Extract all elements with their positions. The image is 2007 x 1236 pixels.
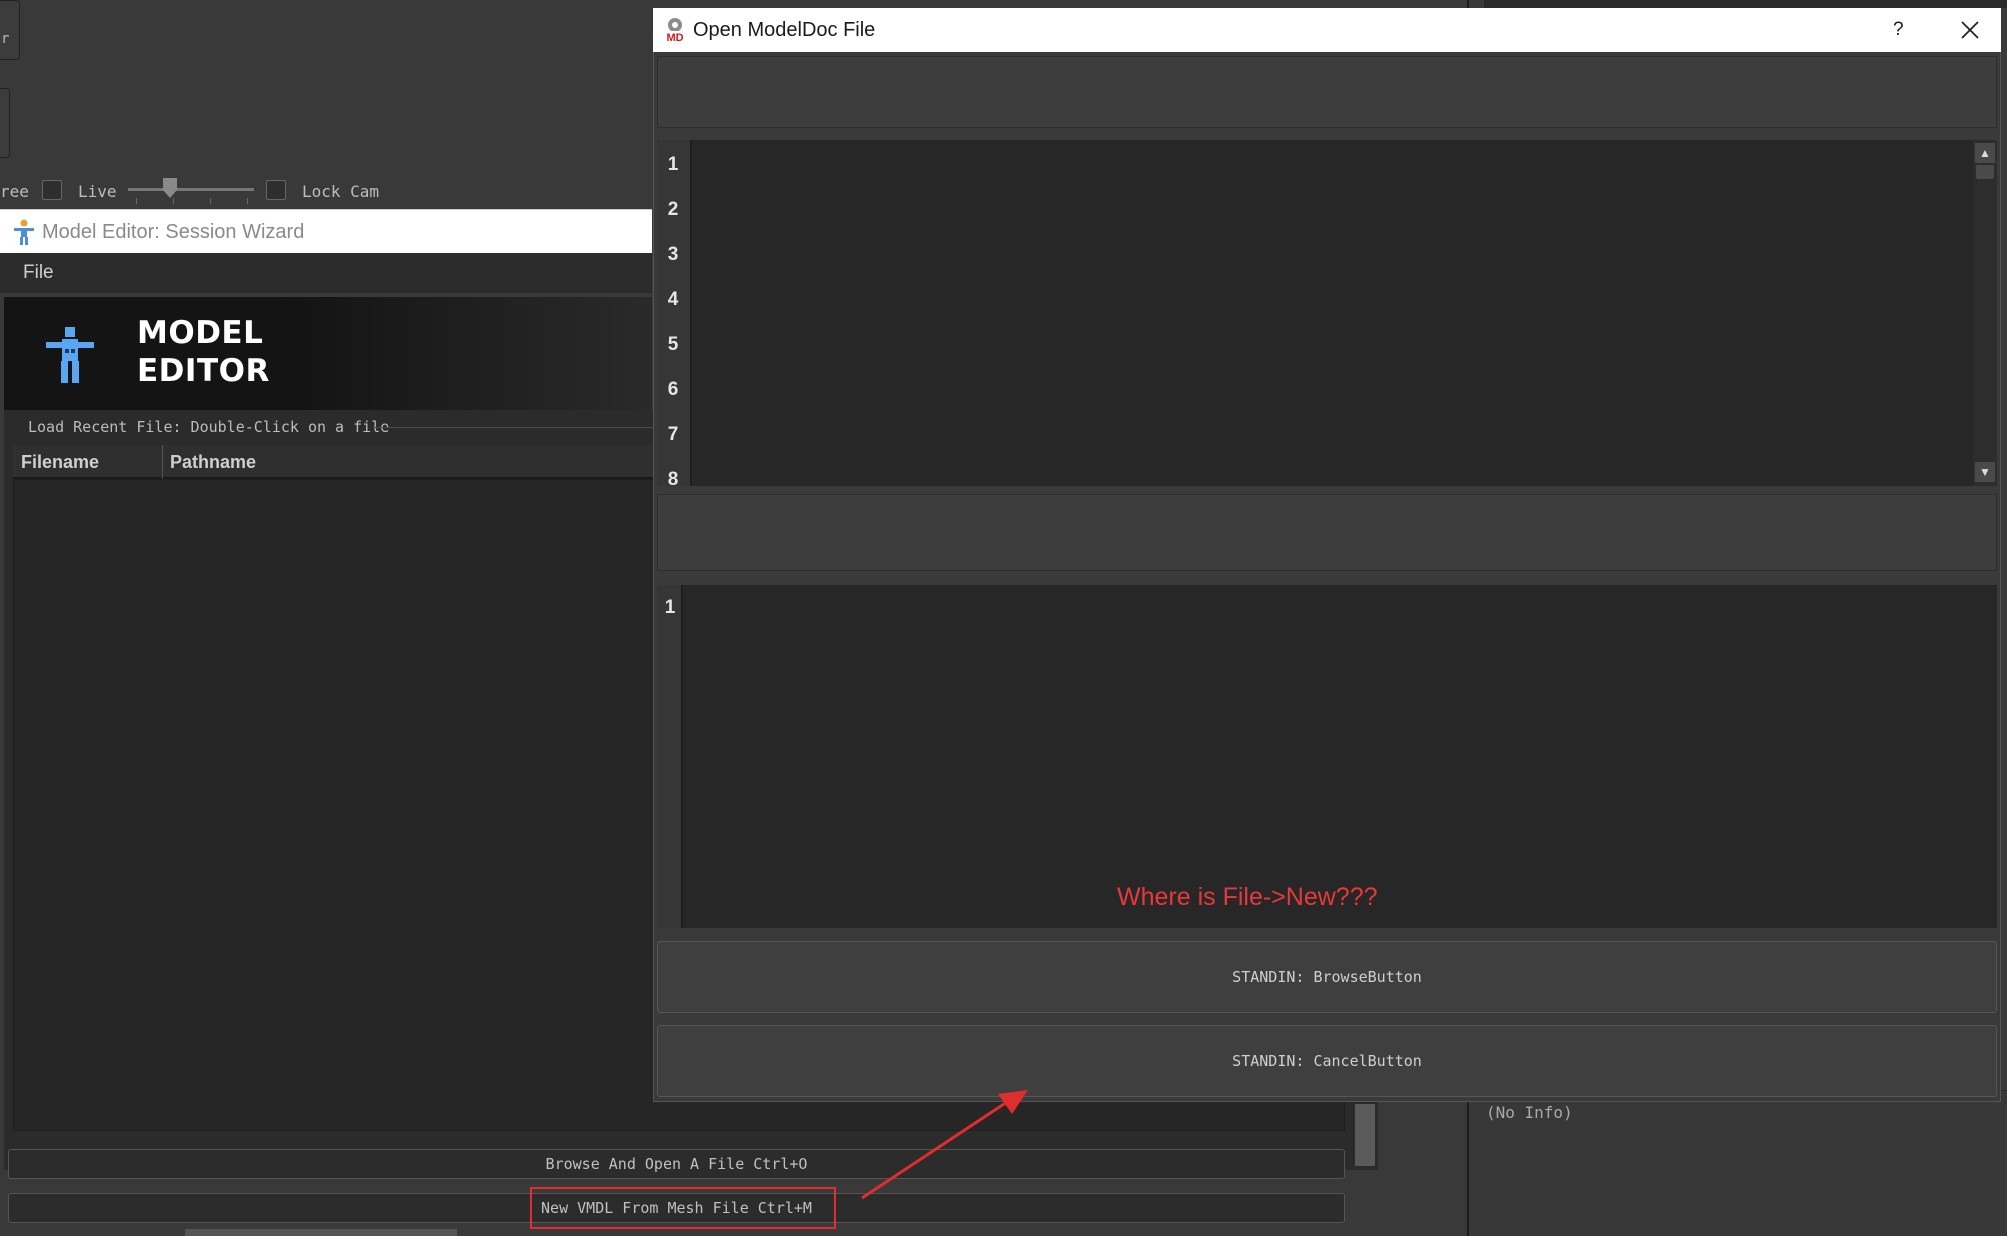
annotation-arrow <box>861 1090 1028 1200</box>
